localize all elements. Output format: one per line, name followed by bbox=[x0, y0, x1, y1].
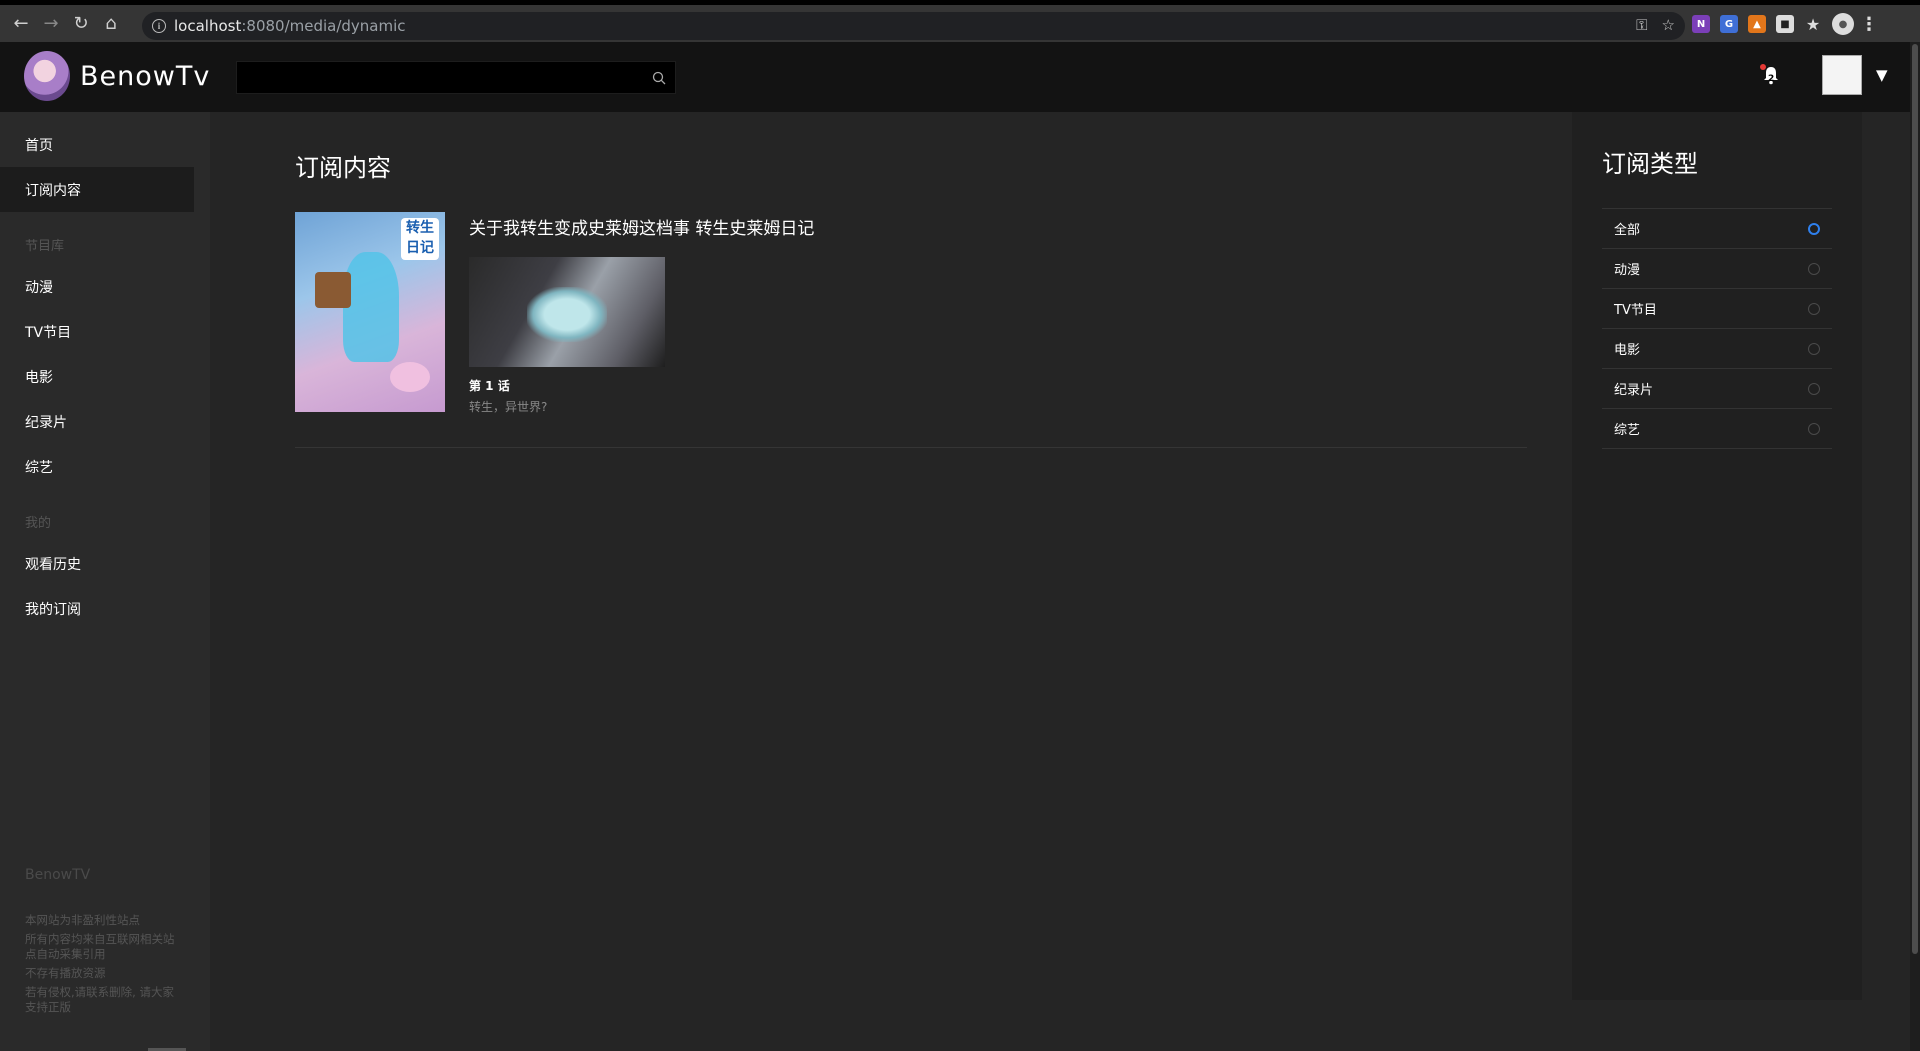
sidebar-item-history[interactable]: 观看历史 bbox=[0, 541, 194, 586]
filter-label: TV节目 bbox=[1614, 303, 1657, 318]
series-poster[interactable]: 转生 日记 bbox=[295, 212, 445, 412]
back-icon[interactable]: ← bbox=[8, 11, 34, 37]
search-box bbox=[236, 61, 676, 94]
footer-line: 若有侵权,请联系删除, 请大家支持正版 bbox=[25, 985, 174, 1014]
filter-item-all[interactable]: 全部 bbox=[1602, 209, 1832, 249]
notification-count: 2 bbox=[1768, 74, 1775, 84]
sidebar-item-documentary[interactable]: 纪录片 bbox=[0, 399, 194, 444]
sidebar-item-movies[interactable]: 电影 bbox=[0, 354, 194, 399]
page-title: 订阅内容 bbox=[295, 154, 391, 182]
sidebar-item-variety[interactable]: 综艺 bbox=[0, 444, 194, 489]
subscription-type-panel: 订阅类型 全部 动漫 TV节目 电影 纪录片 综艺 bbox=[1572, 112, 1862, 1000]
app-header: BenowTv 2 ▼ bbox=[0, 42, 1910, 112]
browser-menu-icon[interactable]: ⋮ bbox=[1860, 14, 1878, 35]
extensions-puzzle-icon[interactable]: ★ bbox=[1804, 15, 1822, 34]
series-title[interactable]: 关于我转生变成史莱姆这档事 转生史莱姆日记 bbox=[469, 214, 814, 239]
poster-badge: 转生 日记 bbox=[401, 218, 439, 260]
main-content: 订阅内容 转生 日记 关于我转生变成史莱姆这档事 转生史莱姆日记 第 1 话 转… bbox=[210, 112, 1570, 1051]
filter-item-variety[interactable]: 综艺 bbox=[1602, 409, 1832, 449]
filter-label: 动漫 bbox=[1614, 263, 1641, 278]
translate-extension-icon[interactable]: G bbox=[1720, 15, 1738, 33]
url-host: localhost bbox=[174, 17, 242, 35]
footer-line: 不存有播放资源 bbox=[25, 966, 106, 980]
logo-mascot-icon bbox=[24, 51, 70, 101]
filter-list: 全部 动漫 TV节目 电影 纪录片 综艺 bbox=[1602, 208, 1832, 449]
sidebar-section-library: 节目库 bbox=[25, 238, 65, 254]
cube-extension-icon[interactable]: ■ bbox=[1776, 15, 1794, 33]
footer-brand: BenowTV bbox=[25, 867, 91, 883]
sidebar-item-tv[interactable]: TV节目 bbox=[0, 309, 194, 354]
key-icon[interactable]: ⚿ bbox=[1636, 16, 1647, 34]
radio-checked-icon[interactable] bbox=[1808, 222, 1820, 235]
onenote-extension-icon[interactable]: N bbox=[1692, 15, 1710, 33]
notification-bell-icon[interactable]: 2 bbox=[1758, 62, 1784, 88]
footer-line: 本网站为非盈利性站点 bbox=[25, 913, 140, 927]
logo-text: BenowTv bbox=[80, 60, 211, 92]
user-avatar[interactable] bbox=[1822, 55, 1862, 95]
radio-icon[interactable] bbox=[1808, 302, 1820, 315]
panel-title: 订阅类型 bbox=[1602, 150, 1698, 178]
page-scrollbar[interactable] bbox=[1910, 42, 1920, 1051]
filter-label: 全部 bbox=[1614, 223, 1641, 238]
sidebar-item-home[interactable]: 首页 bbox=[0, 122, 194, 167]
browser-toolbar: ← → ↻ ⌂ i localhost:8080/media/dynamic ⚿… bbox=[0, 0, 1920, 42]
episode-description: 转生，异世界? bbox=[469, 400, 548, 414]
sidebar-section-mine: 我的 bbox=[25, 515, 52, 531]
metamask-extension-icon[interactable]: ▲ bbox=[1748, 15, 1766, 33]
sidebar: 首页 订阅内容 节目库 动漫 TV节目 电影 纪录片 综艺 我的 观看历史 我的… bbox=[0, 112, 210, 1051]
radio-icon[interactable] bbox=[1808, 342, 1820, 355]
reload-icon[interactable]: ↻ bbox=[68, 11, 94, 37]
home-icon[interactable]: ⌂ bbox=[98, 11, 124, 37]
logo[interactable]: BenowTv bbox=[24, 51, 210, 101]
filter-item-documentary[interactable]: 纪录片 bbox=[1602, 369, 1832, 409]
notification-dot bbox=[1760, 64, 1766, 70]
radio-icon[interactable] bbox=[1808, 422, 1820, 435]
episode-title[interactable]: 第 1 话 bbox=[469, 377, 510, 394]
radio-icon[interactable] bbox=[1808, 262, 1820, 275]
filter-item-anime[interactable]: 动漫 bbox=[1602, 249, 1832, 289]
forward-icon[interactable]: → bbox=[38, 11, 64, 37]
search-icon[interactable] bbox=[643, 71, 675, 85]
subscription-card: 转生 日记 关于我转生变成史莱姆这档事 转生史莱姆日记 第 1 话 转生，异世界… bbox=[295, 212, 1527, 448]
profile-avatar-icon[interactable]: ● bbox=[1832, 13, 1854, 35]
bookmark-star-icon[interactable]: ☆ bbox=[1662, 16, 1675, 34]
url-path: :8080/media/dynamic bbox=[241, 17, 406, 35]
filter-label: 电影 bbox=[1614, 343, 1641, 358]
sidebar-item-anime[interactable]: 动漫 bbox=[0, 264, 194, 309]
sidebar-item-subscriptions[interactable]: 订阅内容 bbox=[0, 167, 194, 212]
sidebar-item-my-subscriptions[interactable]: 我的订阅 bbox=[0, 586, 194, 631]
filter-item-movies[interactable]: 电影 bbox=[1602, 329, 1832, 369]
chevron-down-icon[interactable]: ▼ bbox=[1876, 66, 1888, 84]
filter-label: 综艺 bbox=[1614, 423, 1641, 438]
address-bar[interactable]: i localhost:8080/media/dynamic ⚿ ☆ bbox=[142, 12, 1685, 40]
filter-item-tv[interactable]: TV节目 bbox=[1602, 289, 1832, 329]
page-scrollbar-thumb[interactable] bbox=[1912, 44, 1918, 954]
filter-label: 纪录片 bbox=[1614, 383, 1654, 398]
sidebar-footer: BenowTV 本网站为非盈利性站点 所有内容均来自互联网相关站点自动采集引用 … bbox=[25, 867, 185, 1019]
site-info-icon[interactable]: i bbox=[152, 19, 166, 33]
search-input[interactable] bbox=[237, 62, 643, 93]
radio-icon[interactable] bbox=[1808, 382, 1820, 395]
footer-line: 所有内容均来自互联网相关站点自动采集引用 bbox=[25, 932, 175, 961]
episode-thumbnail[interactable] bbox=[469, 257, 665, 367]
